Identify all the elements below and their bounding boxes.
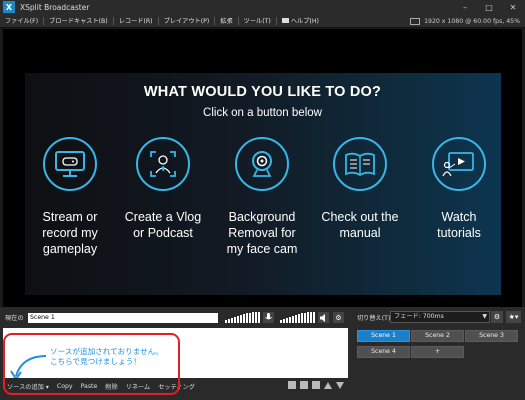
window-title: XSplit Broadcaster — [20, 2, 90, 12]
option-label: Check out the manual — [321, 210, 399, 240]
menu-bar: ファイル(F) ブロードキャスト(B) レコード(R) プレイアウト(P) 拡張… — [0, 14, 525, 28]
scene-button[interactable]: Scene 2 — [411, 330, 464, 342]
option-vlog-podcast[interactable]: Create a Vlog or Podcast — [113, 137, 213, 241]
scene-button[interactable]: Scene 1 — [357, 330, 410, 342]
option-background-removal[interactable]: Background Removal for my face cam — [212, 137, 312, 257]
option-label: Watch tutorials — [437, 210, 481, 240]
audio-level-meter — [225, 312, 260, 323]
welcome-subheading: Click on a button below — [203, 107, 322, 119]
preview-icon[interactable] — [312, 381, 320, 389]
preview-canvas: WHAT WOULD YOU LIKE TO DO? Click on a bu… — [3, 29, 522, 307]
vlog-podcast-icon — [136, 137, 190, 191]
menu-tools[interactable]: ツール(T) — [239, 16, 276, 25]
option-label: Background Removal for my face cam — [226, 210, 298, 256]
menu-help-label: ヘルプ(H) — [290, 18, 319, 25]
title-bar: X XSplit Broadcaster – □ ✕ — [0, 0, 525, 14]
option-label: Create a Vlog or Podcast — [124, 210, 202, 240]
move-up-icon[interactable] — [324, 381, 332, 389]
scene-button[interactable]: Scene 4 — [357, 346, 410, 358]
scene-button[interactable]: Scene 3 — [465, 330, 518, 342]
option-label: Stream or record my gameplay — [42, 210, 98, 256]
favorite-star-icon[interactable]: ★▾ — [506, 311, 521, 323]
highlight-outline — [3, 333, 180, 395]
speaker-icon[interactable] — [318, 312, 329, 323]
resolution-readout[interactable]: 1920 x 1080 @ 60.00 fps, 45% — [424, 18, 520, 25]
layout-icon[interactable] — [300, 381, 308, 389]
monitor-icon — [410, 17, 421, 25]
option-tutorials[interactable]: Watch tutorials — [409, 137, 509, 241]
microphone-icon[interactable] — [263, 312, 274, 323]
menu-extensions[interactable]: 拡張 — [215, 16, 237, 25]
maximize-button[interactable]: □ — [477, 0, 501, 14]
menu-record[interactable]: レコード(R) — [114, 16, 158, 25]
minimize-button[interactable]: – — [453, 0, 477, 14]
add-scene-button[interactable]: + — [411, 346, 464, 358]
move-down-icon[interactable] — [336, 381, 344, 389]
welcome-heading: WHAT WOULD YOU LIKE TO DO? — [143, 84, 382, 100]
scene-name-input[interactable]: Scene 1 — [28, 313, 218, 323]
gamepad-monitor-icon — [43, 137, 97, 191]
menu-file[interactable]: ファイル(F) — [0, 16, 43, 25]
xsplit-logo-icon: X — [3, 1, 15, 13]
manual-book-icon — [333, 137, 387, 191]
menu-playout[interactable]: プレイアウト(P) — [159, 16, 215, 25]
close-button[interactable]: ✕ — [501, 0, 525, 14]
transition-label: 切り替え(T) — [357, 315, 391, 322]
lock-icon[interactable] — [288, 381, 296, 389]
video-tutorial-icon — [432, 137, 486, 191]
mail-icon — [281, 18, 289, 23]
mic-level-meter — [280, 312, 315, 323]
option-manual[interactable]: Check out the manual — [310, 137, 410, 241]
webcam-icon — [235, 137, 289, 191]
option-stream-gameplay[interactable]: Stream or record my gameplay — [20, 137, 120, 257]
settings-gear-icon[interactable]: ⚙ — [333, 312, 344, 323]
menu-broadcast[interactable]: ブロードキャスト(B) — [44, 16, 113, 25]
current-scene-label: 現在の — [5, 315, 24, 322]
transition-select[interactable]: フェード: 700ms ▼ — [390, 311, 490, 323]
chevron-down-icon: ▼ — [482, 313, 487, 320]
menu-help[interactable]: ヘルプ(H) — [277, 16, 324, 25]
transition-settings-icon[interactable]: ⚙ — [491, 311, 503, 323]
